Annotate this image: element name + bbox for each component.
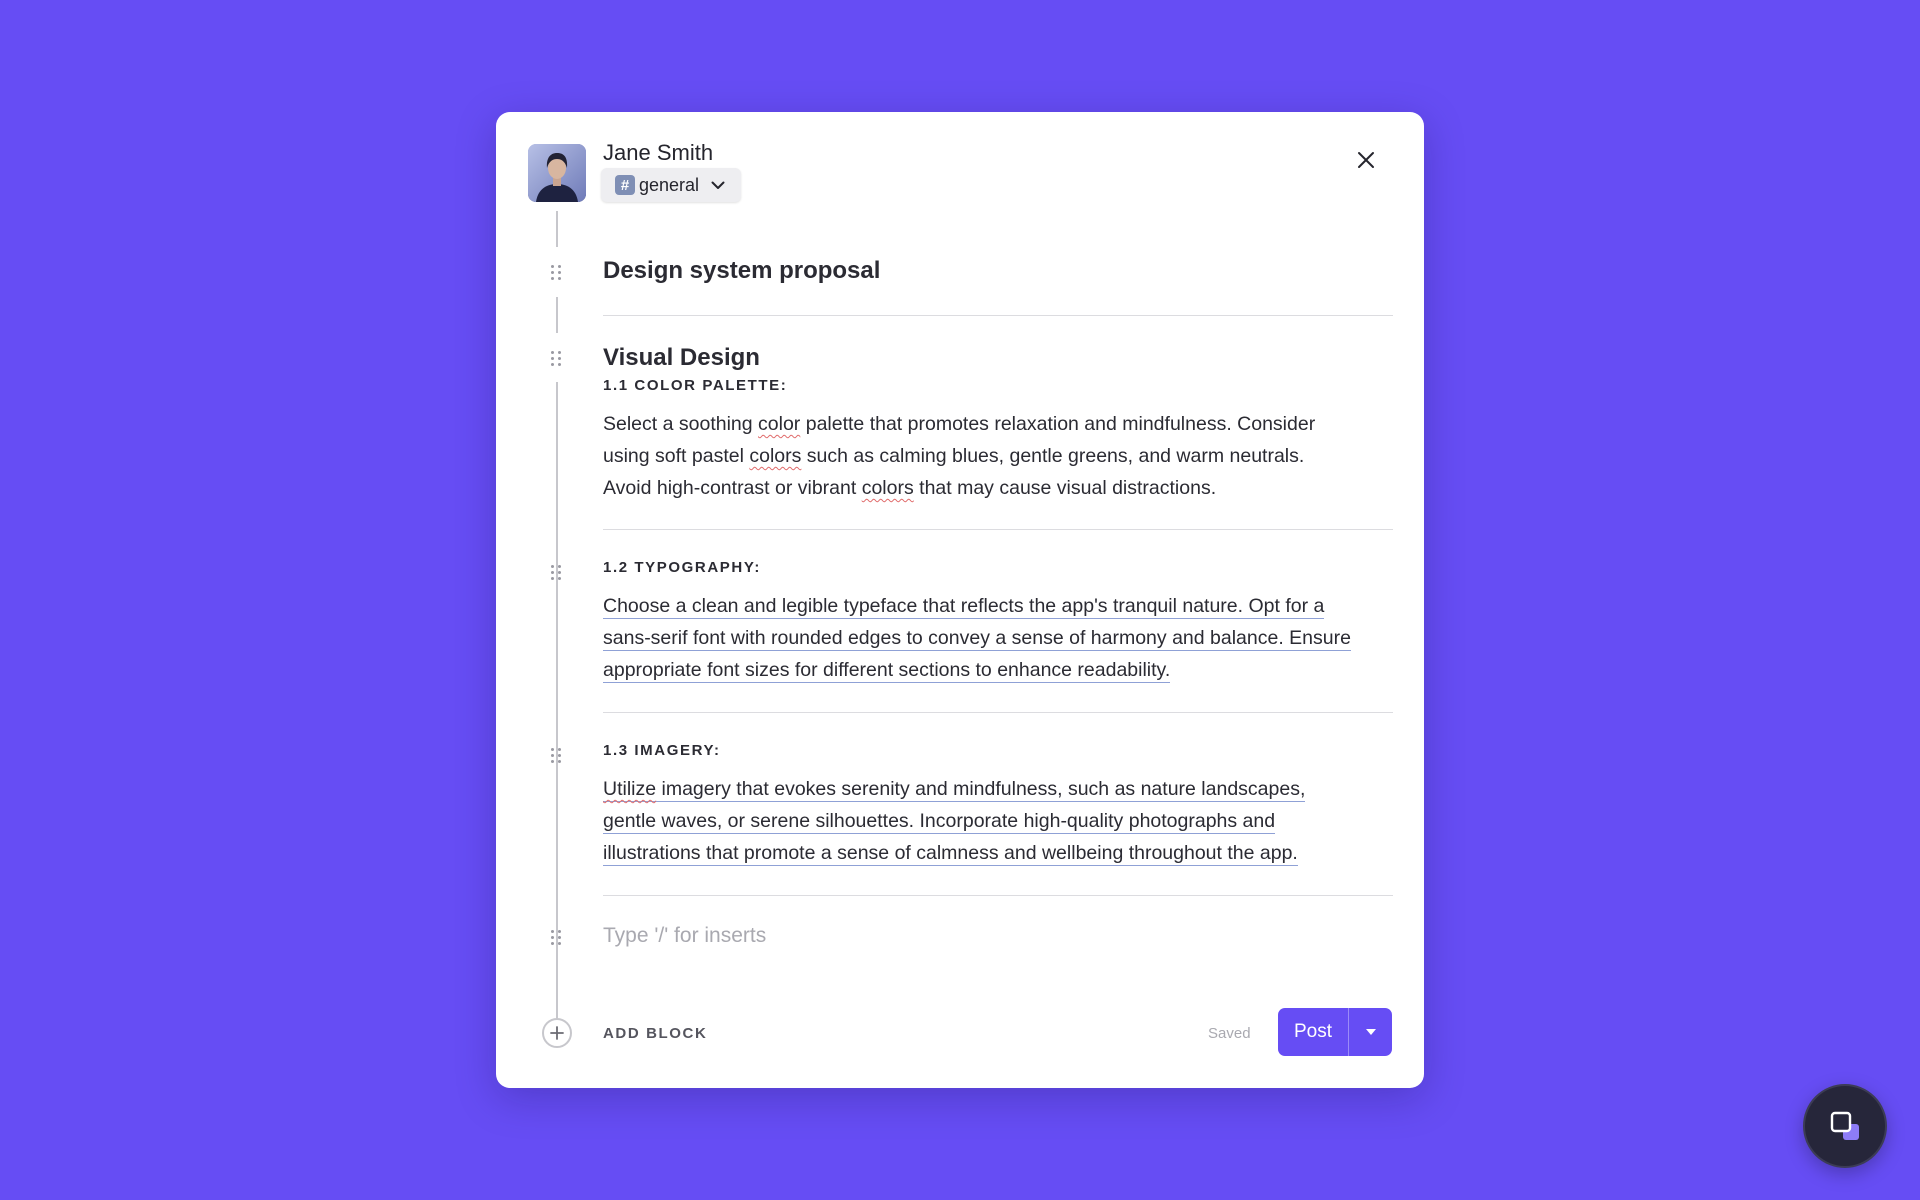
caret-down-icon <box>1365 1029 1376 1035</box>
document-title[interactable]: Design system proposal <box>603 257 880 285</box>
text-line: sans-serif font with rounded edges to co… <box>603 627 1351 651</box>
avatar <box>528 144 586 202</box>
block-heading-typography[interactable]: 1.2 TYPOGRAPHY: <box>603 559 761 576</box>
drag-handle-icon[interactable] <box>550 265 564 283</box>
divider <box>603 529 1393 530</box>
misspelled-word: colors <box>749 445 802 467</box>
timeline-line <box>556 962 558 1020</box>
misspelled-word: color <box>758 413 801 435</box>
post-composer-modal: Jane Smith # general Design system propo… <box>496 112 1424 1088</box>
channel-name: general <box>639 174 700 195</box>
post-button-group: Post <box>1278 1008 1392 1056</box>
chevron-down-icon <box>711 181 725 190</box>
section-heading[interactable]: Visual Design <box>603 344 760 372</box>
close-icon <box>1358 152 1374 168</box>
text-line: Utilize imagery that evokes serenity and… <box>603 778 1306 802</box>
block-heading-imagery[interactable]: 1.3 IMAGERY: <box>603 742 721 759</box>
drag-handle-icon[interactable] <box>550 351 564 369</box>
plus-icon <box>550 1026 564 1040</box>
copy-windows-icon <box>1830 1111 1859 1140</box>
add-block-button[interactable] <box>542 1018 572 1048</box>
divider <box>603 315 1393 316</box>
new-block-input[interactable]: Type '/' for inserts <box>603 924 766 948</box>
text-line: illustrations that promote a sense of ca… <box>603 842 1298 866</box>
misspelled-word: colors <box>861 477 914 499</box>
text-line: Avoid high-contrast or vibrant colors th… <box>603 477 1217 499</box>
divider <box>603 712 1393 713</box>
block-text-color-palette[interactable]: Select a soothing color palette that pro… <box>603 408 1403 504</box>
add-block-label[interactable]: ADD BLOCK <box>603 1025 707 1042</box>
save-status: Saved <box>1208 1025 1251 1042</box>
channel-select[interactable]: # general <box>601 168 741 202</box>
block-text-imagery[interactable]: Utilize imagery that evokes serenity and… <box>603 773 1403 869</box>
timeline-line <box>556 211 558 247</box>
drag-handle-icon[interactable] <box>550 748 564 766</box>
drag-handle-icon[interactable] <box>550 930 564 948</box>
hash-icon: # <box>615 175 635 195</box>
text-line: Choose a clean and legible typeface that… <box>603 595 1325 619</box>
floating-action-button[interactable] <box>1803 1084 1887 1168</box>
post-options-button[interactable] <box>1349 1008 1392 1056</box>
text-line: gentle waves, or serene silhouettes. Inc… <box>603 810 1276 834</box>
timeline-line <box>556 297 558 333</box>
drag-handle-icon[interactable] <box>550 565 564 583</box>
text-line: appropriate font sizes for different sec… <box>603 659 1171 683</box>
block-text-typography[interactable]: Choose a clean and legible typeface that… <box>603 590 1403 686</box>
block-heading-color-palette[interactable]: 1.1 COLOR PALETTE: <box>603 377 787 394</box>
close-button[interactable] <box>1352 146 1380 174</box>
author-name: Jane Smith <box>603 140 714 165</box>
divider <box>603 895 1393 896</box>
text-line: using soft pastel colors such as calming… <box>603 445 1305 467</box>
misspelled-word: Utilize <box>603 778 657 800</box>
text-line: Select a soothing color palette that pro… <box>603 413 1316 435</box>
user-photo-icon <box>528 144 586 202</box>
post-button[interactable]: Post <box>1278 1008 1349 1056</box>
